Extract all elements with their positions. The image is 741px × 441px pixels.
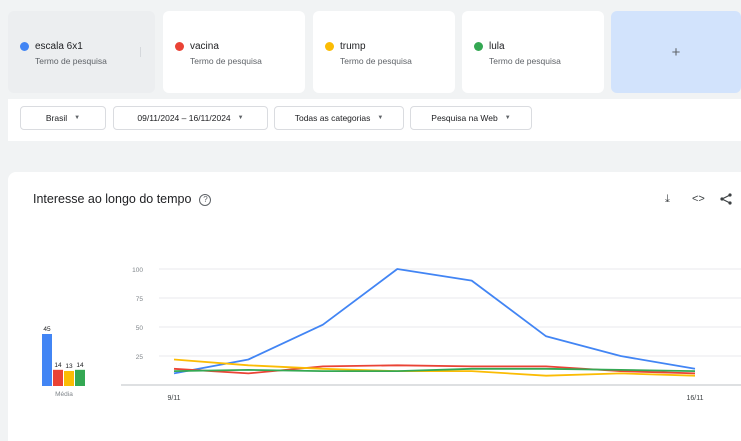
term-name: vacina — [190, 41, 219, 52]
dropdown-caret-icon: ▼ — [377, 115, 384, 121]
term-color-dot — [175, 42, 184, 51]
average-value-label: 14 — [76, 362, 84, 369]
search-type-value: Pesquisa na Web — [431, 113, 498, 123]
date-range-value: 09/11/2024 – 16/11/2024 — [137, 113, 231, 123]
term-subtitle: Termo de pesquisa — [35, 56, 107, 66]
average-label: Média — [55, 391, 73, 398]
average-value-label: 45 — [43, 326, 51, 333]
filter-bar: Brasil ▼ 09/11/2024 – 16/11/2024 ▼ Todas a… — [8, 99, 741, 141]
dropdown-caret-icon: ▼ — [74, 115, 81, 121]
term-card-escala[interactable]: escala 6x1 Termo de pesquisa — [8, 11, 155, 93]
average-bar — [42, 334, 52, 386]
average-value-label: 14 — [54, 362, 62, 369]
term-card-vacina[interactable]: vacina Termo de pesquisa — [163, 11, 305, 93]
interest-over-time-panel: Interesse ao longo do tempo? ⤓ <> 100 75 5… — [8, 172, 741, 441]
term-color-dot — [325, 42, 334, 51]
term-color-dot — [474, 42, 483, 51]
search-terms-bar: escala 6x1 Termo de pesquisa vacina Term… — [8, 11, 741, 93]
term-name: trump — [340, 41, 366, 52]
category-select[interactable]: Todas as categorias ▼ — [274, 106, 404, 130]
category-value: Todas as categorias — [294, 113, 371, 123]
y-tick-label: 75 — [136, 296, 144, 303]
interest-chart: 100 75 50 25 9/11 16/11 45 14 13 14 Média — [42, 267, 741, 402]
y-tick-label: 100 — [132, 267, 143, 274]
region-select[interactable]: Brasil ▼ — [20, 106, 106, 130]
dropdown-caret-icon: ▼ — [237, 115, 244, 121]
average-bar — [53, 369, 63, 386]
term-color-dot — [20, 42, 29, 51]
search-type-select[interactable]: Pesquisa na Web ▼ — [410, 106, 532, 130]
plus-icon: + — [671, 43, 681, 61]
average-bar — [64, 370, 74, 386]
term-name: lula — [489, 41, 505, 52]
term-name: escala 6x1 — [35, 41, 83, 52]
average-value-label: 13 — [65, 363, 73, 370]
term-subtitle: Termo de pesquisa — [489, 56, 561, 66]
y-tick-label: 50 — [136, 325, 144, 332]
term-subtitle: Termo de pesquisa — [190, 56, 262, 66]
y-tick-label: 25 — [136, 354, 144, 361]
term-subtitle: Termo de pesquisa — [340, 56, 412, 66]
term-divider — [140, 47, 141, 57]
dropdown-caret-icon: ▼ — [504, 115, 511, 121]
term-card-lula[interactable]: lula Termo de pesquisa — [462, 11, 604, 93]
x-tick-label: 16/11 — [687, 395, 704, 402]
region-value: Brasil — [45, 113, 68, 123]
add-term-button[interactable]: + — [611, 11, 741, 93]
average-bar — [75, 369, 85, 386]
date-range-select[interactable]: 09/11/2024 – 16/11/2024 ▼ — [113, 106, 268, 130]
series-line-escala-6x1 — [173, 268, 696, 375]
term-card-trump[interactable]: trump Termo de pesquisa — [313, 11, 455, 93]
x-tick-label: 9/11 — [167, 395, 180, 402]
